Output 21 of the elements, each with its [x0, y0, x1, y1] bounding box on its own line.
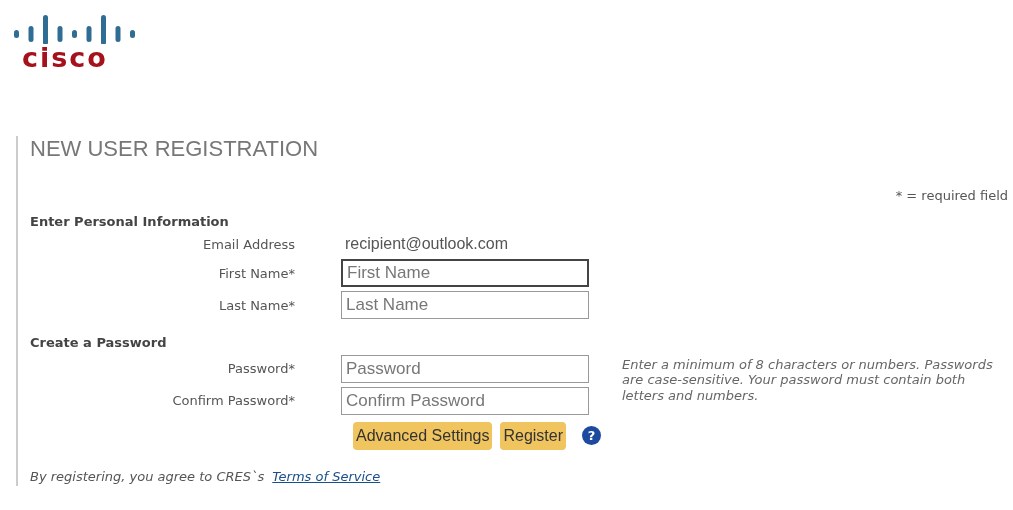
help-icon[interactable]: ?: [582, 426, 601, 446]
password-hint: Enter a minimum of 8 characters or numbers. Passwords are case-sensitive. Your password must contain both letters and numbers.: [622, 356, 994, 404]
page-title: NEW USER REGISTRATION: [30, 136, 320, 163]
input-field[interactable]: Password: [341, 354, 589, 383]
logo-text: cisco: [22, 44, 109, 71]
input-field[interactable]: Last Name: [341, 291, 589, 320]
field-label: First Name*: [217, 264, 295, 283]
input-field[interactable]: First Name: [341, 259, 589, 288]
agreement-text: By registering, you agree to CRES`s: [30, 468, 265, 484]
section-heading: Create a Password: [30, 334, 168, 353]
required-note: * = required field: [894, 187, 1008, 206]
input-field[interactable]: Confirm Password: [341, 386, 589, 415]
email-value: recipient@outlook.com: [345, 234, 508, 255]
section-heading: Enter Personal Information: [30, 212, 230, 231]
action-button[interactable]: Advanced Settings: [353, 421, 493, 450]
field-label: Last Name*: [217, 296, 295, 315]
field-label: Confirm Password*: [171, 392, 295, 411]
action-button[interactable]: Register: [500, 421, 566, 450]
terms-link[interactable]: Terms of Service: [272, 468, 381, 484]
field-label: Password*: [226, 360, 295, 379]
field-label: Email Address: [202, 235, 295, 254]
